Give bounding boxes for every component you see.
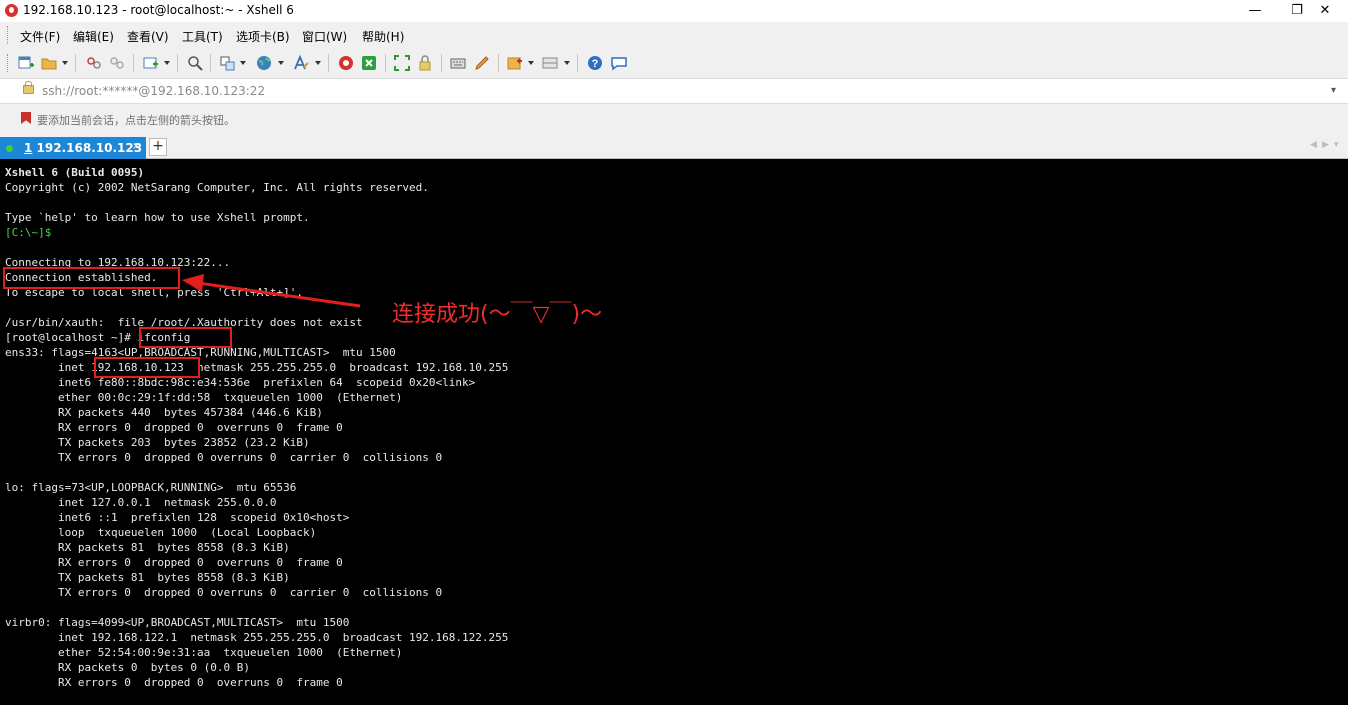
menu-grip xyxy=(7,26,11,44)
add-tab-icon[interactable] xyxy=(507,55,523,71)
session-hint-bar: 要添加当前会话，点击左侧的箭头按钮。 xyxy=(0,104,1348,132)
toolbar-separator xyxy=(441,54,442,72)
tab-label: 192.168.10.123 xyxy=(36,141,143,155)
properties-dropdown-caret[interactable] xyxy=(164,61,170,65)
layout-icon[interactable] xyxy=(542,55,558,71)
connected-status-icon xyxy=(6,145,13,152)
fullscreen-icon[interactable] xyxy=(394,55,410,71)
layout-dropdown-caret[interactable] xyxy=(564,61,570,65)
toolbar-separator xyxy=(75,54,76,72)
chevron-down-icon[interactable]: ▾ xyxy=(1331,85,1336,96)
transfer-dropdown-caret[interactable] xyxy=(240,61,246,65)
menu-file[interactable]: 文件(F) xyxy=(20,28,60,45)
minimize-button[interactable]: — xyxy=(1232,0,1278,22)
tab-strip: 1 192.168.10.123 × + ◀ ▶ ▾ xyxy=(0,132,1348,159)
toolbar-separator xyxy=(328,54,329,72)
menu-tabs[interactable]: 选项卡(B) xyxy=(236,28,290,45)
menu-window[interactable]: 窗口(W) xyxy=(302,28,347,45)
hint-text: 要添加当前会话，点击左侧的箭头按钮。 xyxy=(37,114,235,127)
menu-view[interactable]: 查看(V) xyxy=(127,28,169,45)
find-icon[interactable] xyxy=(187,55,203,71)
close-button[interactable]: ✕ xyxy=(1302,0,1348,22)
keyboard-icon[interactable] xyxy=(450,55,466,71)
title-bar: 192.168.10.123 - root@localhost:~ - Xshe… xyxy=(0,0,1348,22)
toolbar-separator xyxy=(577,54,578,72)
lock-icon xyxy=(23,81,34,94)
svg-text:?: ? xyxy=(592,58,599,70)
address-input[interactable]: ssh://root:******@192.168.10.123:22 xyxy=(42,84,265,98)
tab-number: 1 xyxy=(24,141,33,155)
connect-icon[interactable] xyxy=(86,55,102,71)
font-icon[interactable] xyxy=(293,55,309,71)
bookmark-icon[interactable] xyxy=(21,112,31,124)
menu-help[interactable]: 帮助(H) xyxy=(362,28,404,45)
open-dropdown-caret[interactable] xyxy=(62,61,68,65)
tab-close-icon[interactable]: × xyxy=(132,141,140,152)
transfer-icon[interactable] xyxy=(219,55,235,71)
window-title: 192.168.10.123 - root@localhost:~ - Xshe… xyxy=(23,3,294,17)
toolbar-grip xyxy=(7,54,11,72)
globe-icon[interactable] xyxy=(256,55,272,71)
globe-dropdown-caret[interactable] xyxy=(278,61,284,65)
menu-edit[interactable]: 编辑(E) xyxy=(73,28,114,45)
tab-session-1[interactable]: 1 192.168.10.123 × xyxy=(0,137,146,159)
toolbar-separator xyxy=(210,54,211,72)
session-properties-icon[interactable] xyxy=(143,55,159,71)
lock-icon[interactable] xyxy=(417,55,433,71)
toolbar-separator xyxy=(498,54,499,72)
toolbar-separator xyxy=(133,54,134,72)
chat-icon[interactable] xyxy=(611,55,627,71)
toolbar-separator xyxy=(177,54,178,72)
tab-menu-icon[interactable]: ▾ xyxy=(1334,140,1339,150)
open-folder-icon[interactable] xyxy=(41,55,57,71)
menu-bar: 文件(F) 编辑(E) 查看(V) 工具(T) 选项卡(B) 窗口(W) 帮助(… xyxy=(0,22,1348,48)
xftp-icon[interactable] xyxy=(361,55,377,71)
xshell-app-icon xyxy=(5,4,18,17)
new-tab-button[interactable]: + xyxy=(149,138,167,156)
xshell-icon[interactable] xyxy=(338,55,354,71)
add-tab-dropdown-caret[interactable] xyxy=(528,61,534,65)
compose-icon[interactable] xyxy=(474,55,490,71)
tab-prev-icon[interactable]: ◀ xyxy=(1310,140,1317,150)
toolbar: ? xyxy=(0,48,1348,78)
font-dropdown-caret[interactable] xyxy=(315,61,321,65)
annotation-arrow-icon xyxy=(182,274,361,308)
terminal[interactable]: Xshell 6 (Build 0095) Copyright (c) 2002… xyxy=(0,159,1348,705)
disconnect-icon[interactable] xyxy=(109,55,125,71)
annotation-text: 连接成功(～￣▽￣)～ xyxy=(392,302,603,327)
help-icon[interactable]: ? xyxy=(587,55,603,71)
new-session-icon[interactable] xyxy=(18,55,34,71)
tab-next-icon[interactable]: ▶ xyxy=(1322,140,1329,150)
toolbar-separator xyxy=(385,54,386,72)
address-bar: ssh://root:******@192.168.10.123:22 ▾ xyxy=(0,78,1348,104)
menu-tools[interactable]: 工具(T) xyxy=(182,28,223,45)
